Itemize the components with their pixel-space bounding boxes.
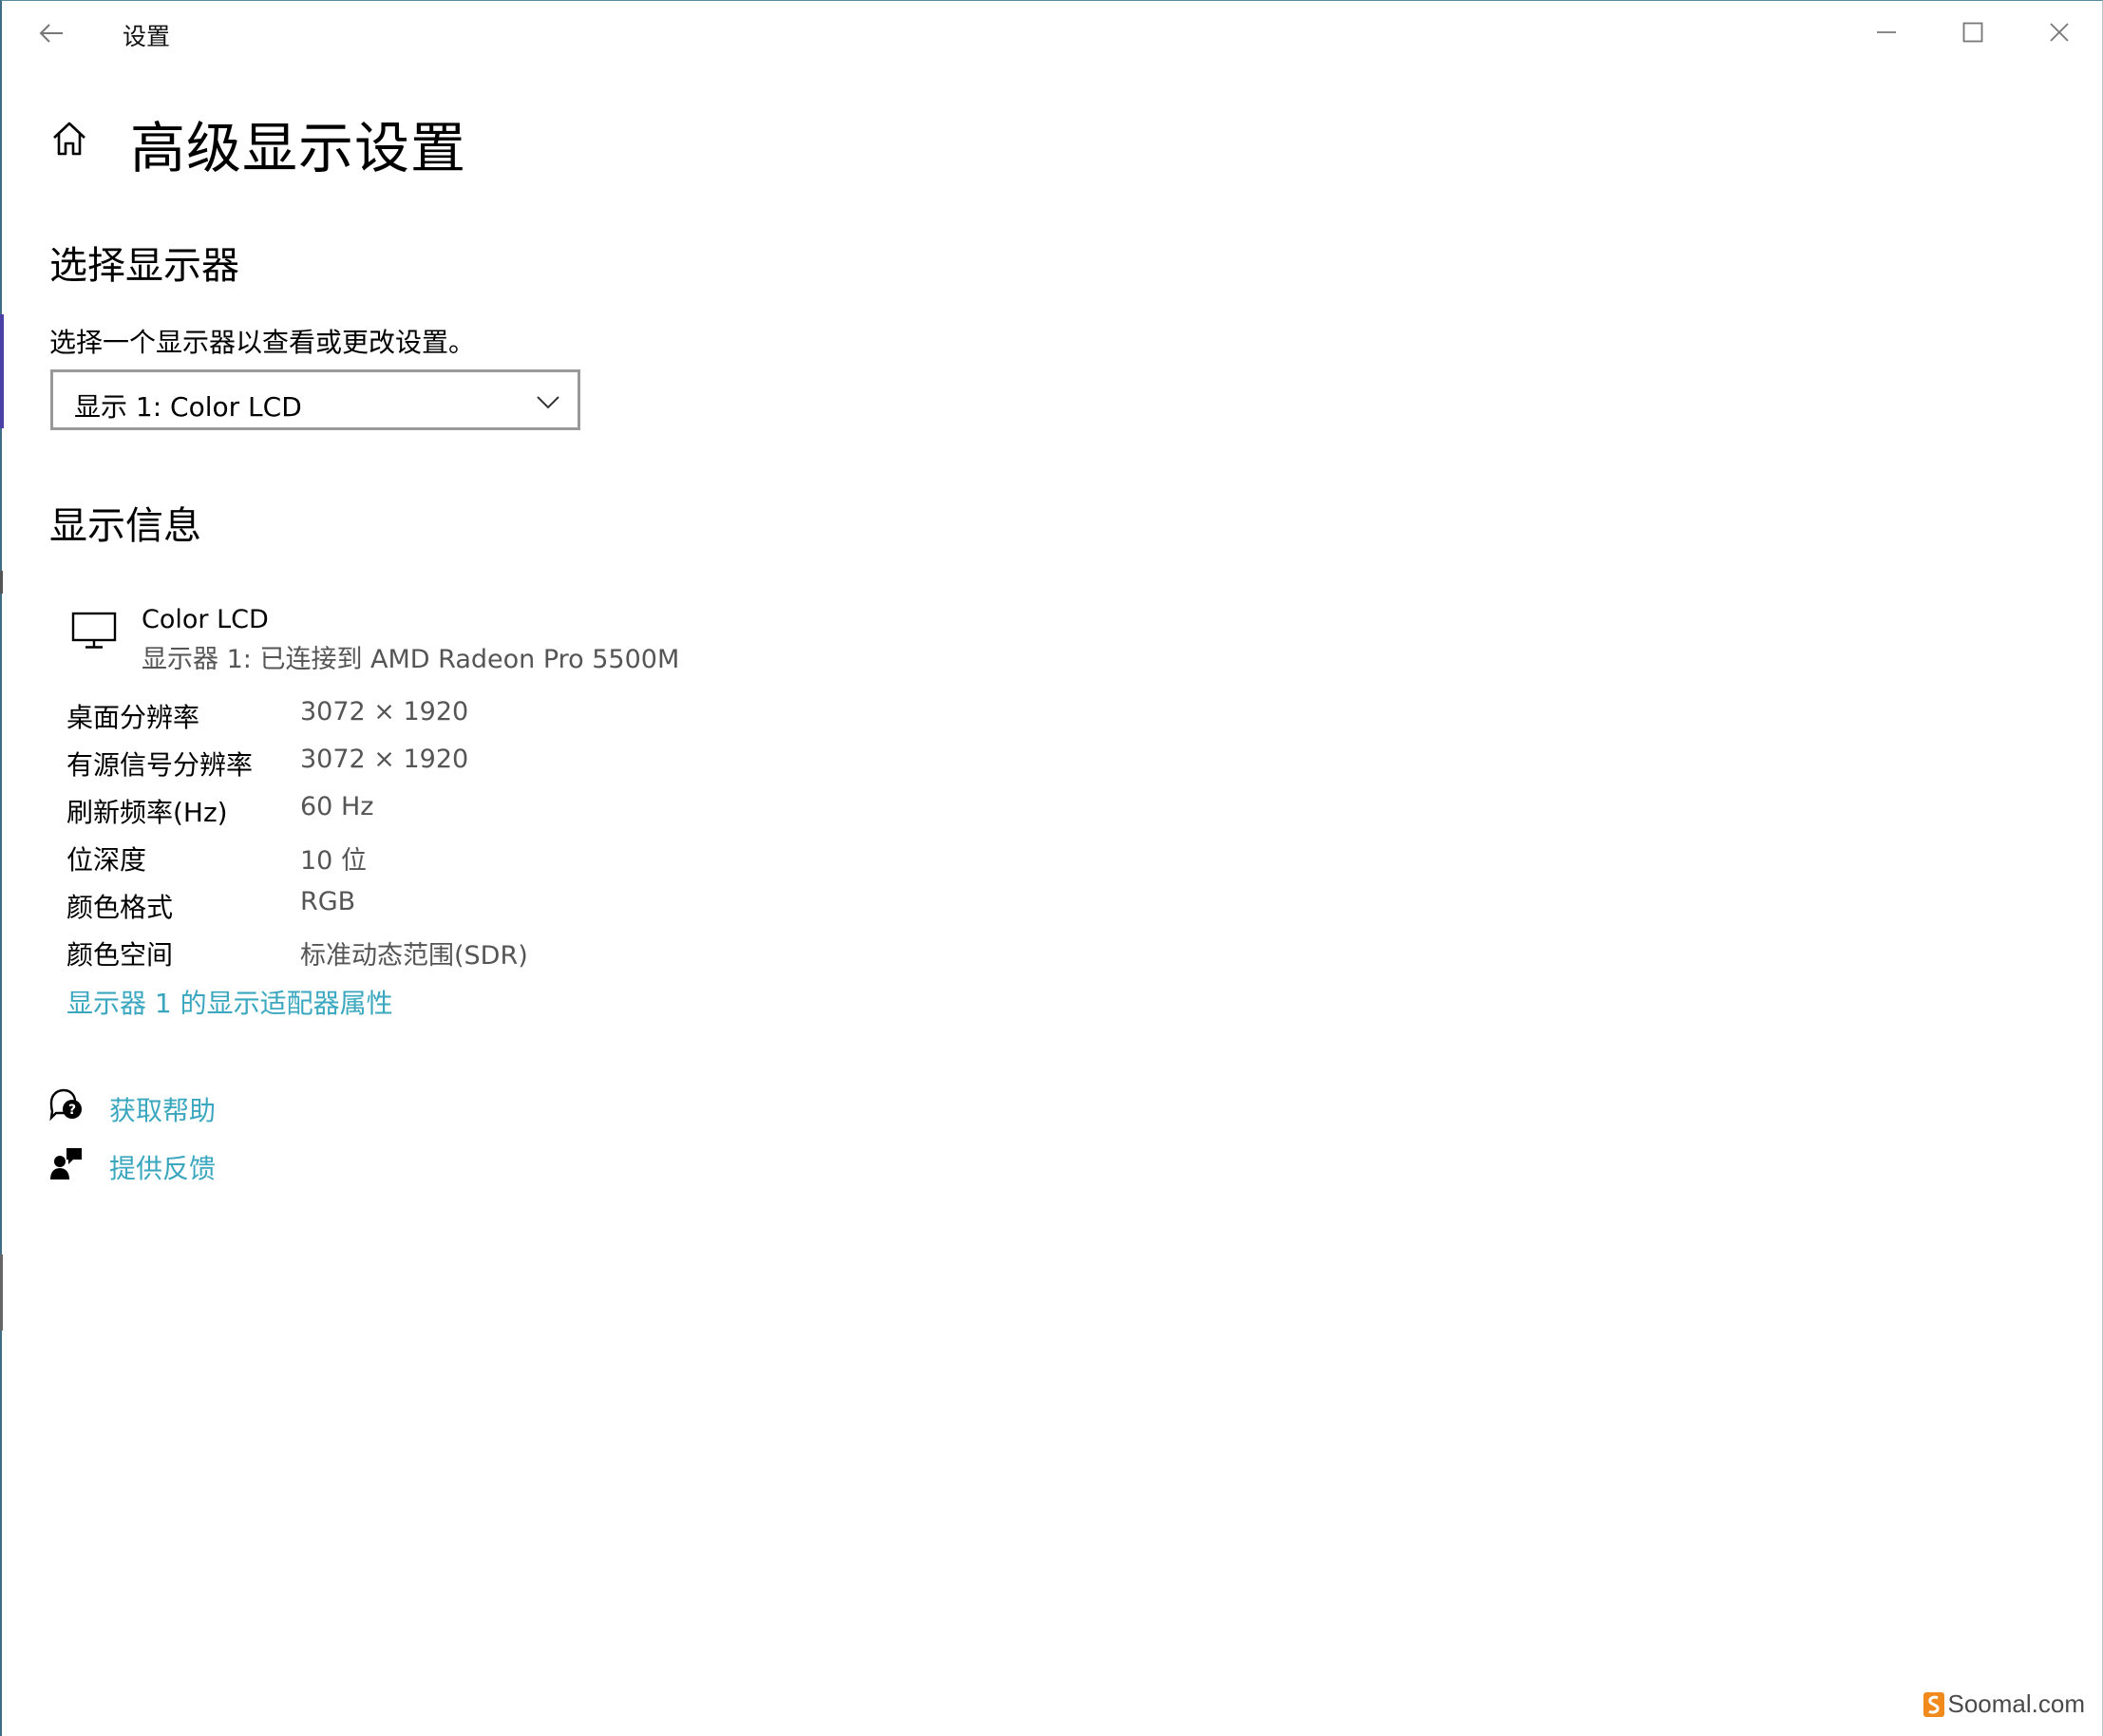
- svg-text:?: ?: [68, 1103, 76, 1118]
- monitor-icon: [71, 612, 117, 649]
- maximize-button[interactable]: [1929, 7, 2017, 58]
- info-label: 位深度: [66, 844, 147, 876]
- chevron-down-icon: [537, 396, 559, 409]
- get-help-link[interactable]: 获取帮助: [109, 1090, 216, 1128]
- select-display-heading: 选择显示器: [49, 244, 239, 288]
- close-button[interactable]: [2016, 7, 2103, 58]
- title-bar: 设置: [2, 1, 2102, 62]
- display-select-dropdown[interactable]: 显示 1: Color LCD: [50, 369, 580, 430]
- back-button[interactable]: [30, 14, 72, 52]
- window-edge-accent: [0, 314, 4, 428]
- info-value: 60 Hz: [300, 792, 374, 821]
- monitor-connection-info: 显示器 1: 已连接到 AMD Radeon Pro 5500M: [142, 645, 680, 674]
- soomal-logo-icon: [1923, 1691, 1944, 1717]
- maximize-icon: [1962, 22, 1983, 43]
- minimize-button[interactable]: [1843, 7, 1930, 58]
- info-label: 桌面分辨率: [66, 702, 200, 733]
- monitor-name: Color LCD: [142, 605, 269, 634]
- feedback-person-icon: [50, 1148, 82, 1179]
- select-display-description: 选择一个显示器以查看或更改设置。: [49, 327, 476, 358]
- back-arrow-icon: [39, 24, 63, 43]
- info-value: 3072 × 1920: [300, 697, 469, 726]
- info-label: 有源信号分辨率: [66, 749, 254, 781]
- home-icon: [53, 122, 85, 156]
- info-label: 刷新频率(Hz): [66, 797, 228, 828]
- info-value: 标准动态范围(SDR): [300, 941, 528, 971]
- info-value: 10 位: [300, 846, 367, 876]
- info-row-color-format: 颜色格式 RGB: [66, 887, 731, 925]
- info-row-active-signal-resolution: 有源信号分辨率 3072 × 1920: [66, 745, 731, 783]
- window-edge-mark: [0, 571, 3, 594]
- home-button[interactable]: [49, 119, 89, 159]
- minimize-icon: [1877, 31, 1896, 33]
- info-row-bit-depth: 位深度 10 位: [66, 840, 731, 877]
- window-edge-mark: [0, 1255, 3, 1330]
- info-row-refresh-rate: 刷新频率(Hz) 60 Hz: [66, 792, 731, 830]
- info-row-color-space: 颜色空间 标准动态范围(SDR): [66, 934, 731, 972]
- app-title: 设置: [123, 23, 171, 50]
- info-value: RGB: [300, 887, 356, 916]
- info-label: 颜色格式: [66, 892, 174, 923]
- give-feedback-link[interactable]: 提供反馈: [109, 1148, 216, 1186]
- info-label: 颜色空间: [66, 939, 174, 971]
- page-title: 高级显示设置: [130, 116, 467, 180]
- watermark: Soomal.com: [1923, 1689, 2086, 1719]
- watermark-text: Soomal.com: [1947, 1689, 2086, 1718]
- info-value: 3072 × 1920: [300, 745, 469, 774]
- display-info-heading: 显示信息: [49, 504, 201, 548]
- help-chat-icon: ?: [49, 1088, 82, 1122]
- settings-window: 设置 高级显示设置 选择显示器 选择一个显示器以查看或更改设置。 显示 1: C…: [0, 0, 2103, 1736]
- dropdown-selected-value: 显示 1: Color LCD: [74, 391, 302, 423]
- info-row-desktop-resolution: 桌面分辨率 3072 × 1920: [66, 697, 731, 735]
- close-icon: [2050, 23, 2069, 42]
- display-adapter-properties-link[interactable]: 显示器 1 的显示适配器属性: [66, 983, 393, 1021]
